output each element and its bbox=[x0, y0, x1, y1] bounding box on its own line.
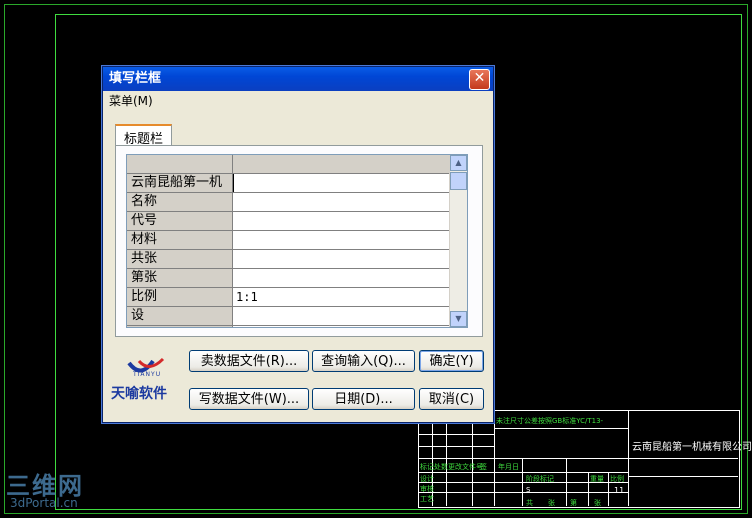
grid-rows: 云南昆船第一机 名称 代号 材料 共张 第张 比例 1:1 设 bbox=[127, 155, 449, 327]
field-value[interactable] bbox=[233, 250, 449, 268]
scroll-thumb[interactable] bbox=[450, 172, 467, 190]
close-icon: ✕ bbox=[473, 70, 486, 86]
scroll-down-button[interactable]: ▼ bbox=[450, 311, 467, 327]
read-data-file-button[interactable]: 卖数据文件(R)... bbox=[189, 350, 309, 372]
tianyu-logo: TIANYU 天喻软件 bbox=[111, 357, 183, 407]
tb-label-stage: 阶段标记 bbox=[526, 475, 554, 483]
field-value[interactable] bbox=[233, 307, 449, 325]
menu-item-menu[interactable]: 菜单(M) bbox=[109, 94, 153, 108]
grid-header-value bbox=[233, 155, 449, 173]
sheet-number: 11 bbox=[614, 486, 625, 495]
query-input-button[interactable]: 查询输入(Q)... bbox=[312, 350, 415, 372]
write-data-file-button[interactable]: 写数据文件(W)... bbox=[189, 388, 309, 410]
tb-label-count: 处数 bbox=[434, 463, 448, 471]
tb-label-weight: 重量 bbox=[590, 475, 604, 483]
grid-header-row bbox=[127, 155, 449, 174]
field-grid: 云南昆船第一机 名称 代号 材料 共张 第张 比例 1:1 设 ▲ ▼ bbox=[126, 154, 468, 328]
tb-label-s: S bbox=[526, 486, 531, 494]
date-button[interactable]: 日期(D)... bbox=[312, 388, 415, 410]
tb-label-review: 审核 bbox=[420, 485, 434, 493]
field-value[interactable] bbox=[233, 269, 449, 287]
tab-pane: 云南昆船第一机 名称 代号 材料 共张 第张 比例 1:1 设 ▲ ▼ bbox=[115, 145, 483, 337]
grid-row: 代号 bbox=[127, 212, 449, 231]
field-label: 代号 bbox=[127, 212, 233, 230]
cancel-button[interactable]: 取消(C) bbox=[419, 388, 484, 410]
field-label: 名称 bbox=[127, 193, 233, 211]
title-block: 未注尺寸公差按照GB标准YC/T13- 云南昆船第一机械有限公司 11 标记 处… bbox=[418, 410, 752, 508]
tb-label-sign: 签 bbox=[480, 463, 487, 471]
watermark-url: 3dPortal.cn bbox=[10, 496, 78, 510]
watermark: 三维网 3dPortal.cn bbox=[6, 466, 84, 510]
grid-row: 材料 bbox=[127, 231, 449, 250]
tb-label-sheets: 张 bbox=[548, 499, 555, 507]
field-label: 比例 bbox=[127, 288, 233, 306]
field-label: 设 bbox=[127, 307, 233, 325]
tb-label-mark: 标记 bbox=[420, 463, 434, 471]
ok-button[interactable]: 确定(Y) bbox=[419, 350, 484, 372]
field-value[interactable]: 1:1 bbox=[233, 288, 449, 306]
grid-row: 比例 1:1 bbox=[127, 288, 449, 307]
tb-label-process: 工艺 bbox=[420, 495, 434, 503]
field-label: 云南昆船第一机 bbox=[127, 174, 233, 192]
menu-bar: 菜单(M) bbox=[103, 91, 493, 111]
grid-row: 日 bbox=[127, 326, 449, 327]
title-block-dialog: 填写栏框 ✕ 菜单(M) 标题栏 云南昆船第一机 名称 代号 材料 共张 第张 … bbox=[102, 66, 494, 423]
tb-label-change: 更改文件号 bbox=[448, 463, 483, 471]
field-label: 第张 bbox=[127, 269, 233, 287]
grid-header-label bbox=[127, 155, 233, 173]
field-label: 日 bbox=[127, 326, 233, 327]
field-value[interactable] bbox=[233, 193, 449, 211]
grid-row: 名称 bbox=[127, 193, 449, 212]
tb-label-total: 共 bbox=[526, 499, 533, 507]
field-label: 共张 bbox=[127, 250, 233, 268]
close-button[interactable]: ✕ bbox=[469, 69, 490, 90]
drawing-code: 未注尺寸公差按照GB标准YC/T13- bbox=[496, 417, 604, 425]
field-value[interactable] bbox=[233, 231, 449, 249]
tb-label-sheet: 张 bbox=[594, 499, 601, 507]
field-value[interactable] bbox=[233, 326, 449, 327]
grid-row: 共张 bbox=[127, 250, 449, 269]
tb-label-scale: 比例 bbox=[610, 475, 624, 483]
company-name: 云南昆船第一机械有限公司 bbox=[632, 442, 752, 453]
tb-label-design: 设计 bbox=[420, 475, 434, 483]
tb-label-date: 年月日 bbox=[498, 463, 519, 471]
logo-en: TIANYU bbox=[133, 371, 162, 378]
grid-row: 设 bbox=[127, 307, 449, 326]
grid-row: 云南昆船第一机 bbox=[127, 174, 449, 193]
dialog-titlebar[interactable]: 填写栏框 ✕ bbox=[103, 67, 493, 91]
vertical-scrollbar[interactable]: ▲ ▼ bbox=[449, 155, 467, 327]
field-value[interactable] bbox=[233, 212, 449, 230]
scroll-up-button[interactable]: ▲ bbox=[450, 155, 467, 171]
dialog-title: 填写栏框 bbox=[109, 71, 162, 86]
tb-label-nth: 第 bbox=[570, 499, 577, 507]
logo-cn: 天喻软件 bbox=[111, 386, 167, 402]
grid-row: 第张 bbox=[127, 269, 449, 288]
field-value[interactable] bbox=[233, 174, 449, 192]
field-label: 材料 bbox=[127, 231, 233, 249]
